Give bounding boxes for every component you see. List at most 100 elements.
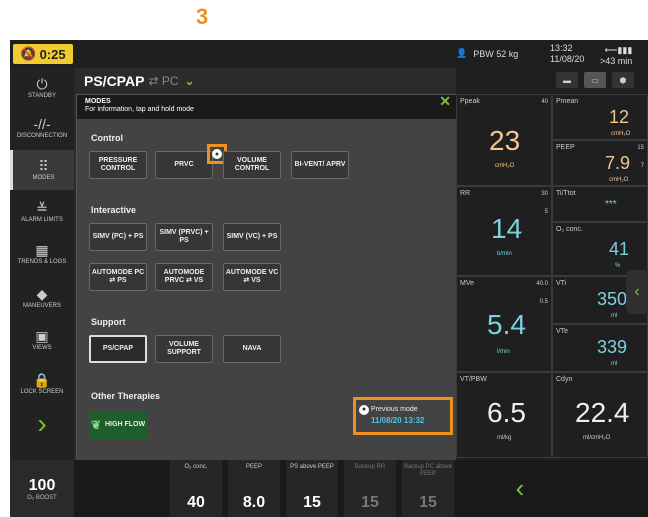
setting-label: O₂ conc. <box>184 464 208 470</box>
clock-time: 13:32 <box>550 43 573 53</box>
sidebar-item-trends-logs[interactable]: ▦ TRENDS & LOGS <box>10 234 74 274</box>
section-other-therapies: Other Therapies <box>91 391 161 401</box>
peep-cell: PEEP 15 7 7.9 cmH₂O <box>552 140 648 186</box>
patient-icon: 👤 <box>456 48 468 58</box>
chevron-left-icon[interactable]: ‹ <box>502 470 538 506</box>
top-bar: 🔕 0:25 👤 PBW 52 kg 13:32 11/08/20 ⟵▮▮▮ >… <box>10 40 648 68</box>
ppeak-limit: 40 <box>541 99 548 105</box>
cdyn-label: Cdyn <box>556 376 573 383</box>
modes-dialog: MODES For information, tap and hold mode… <box>76 94 458 464</box>
battery-time: >43 min <box>600 56 633 66</box>
vte-label: VTe <box>556 328 569 335</box>
setting-backup-rr[interactable]: Backup RR 15 <box>344 460 396 517</box>
ti-ttot-cell: Ti/Ttot *** <box>552 186 648 222</box>
sidebar-item-label: VIEWS <box>32 345 52 351</box>
mode-simv-vc-button[interactable]: SIMV (VC) + PS <box>223 223 281 251</box>
ppeak-value: 23 <box>489 125 521 156</box>
patient-info[interactable]: 👤 PBW 52 kg <box>456 48 518 59</box>
ppeak-unit: cmH₂O <box>495 163 515 169</box>
previous-mode-button[interactable]: ● Previous mode 11/08/20 13:32 <box>359 404 424 426</box>
battery-status: ⟵▮▮▮ >43 min <box>600 45 632 67</box>
trends-icon: ▦ <box>35 242 49 258</box>
sidebar-item-disconnection[interactable]: -//- DISCONNECTION <box>10 108 74 148</box>
mve-value: 5.4 <box>487 309 526 340</box>
mode-automode-vc-button[interactable]: AUTOMODE VC ⇄ VS <box>223 263 281 291</box>
sidebar-item-label: MODES <box>32 175 55 181</box>
info-icon[interactable]: ● <box>212 149 222 159</box>
ppeak-label: Ppeak <box>460 98 480 105</box>
mode-automode-pc-button[interactable]: AUTOMODE PC ⇄ PS <box>89 263 147 291</box>
clock: 13:32 11/08/20 <box>550 43 584 65</box>
sidebar-item-maneuvers[interactable]: ◆ MANEUVERS <box>10 278 74 318</box>
o2-value: 41 <box>609 239 630 259</box>
rr-limit-low: 5 <box>544 209 548 215</box>
sidebar-item-modes[interactable]: ⠿ MODES <box>10 150 74 190</box>
mode-pressure-control-button[interactable]: PRESSURE CONTROL <box>89 151 147 179</box>
info-icon: ● <box>359 404 369 415</box>
ti-ttot-value: *** <box>605 199 617 210</box>
sidebar-item-alarm-limits[interactable]: ≚ ALARM LIMITS <box>10 192 74 232</box>
views-icon: ▣ <box>35 328 49 344</box>
maneuvers-icon: ◆ <box>36 286 48 302</box>
section-interactive: Interactive <box>91 205 137 215</box>
sidebar-item-standby[interactable]: ⏻ STANDBY <box>10 68 74 108</box>
setting-value: 15 <box>419 494 437 511</box>
mode-ps-cpap-button[interactable]: PS/CPAP <box>89 335 147 363</box>
sidebar: ⏻ STANDBY -//- DISCONNECTION ⠿ MODES ≚ A… <box>10 68 74 460</box>
bottom-settings-bar: 100 O₂ BOOST O₂ conc. 40 PEEP 8.0 PS abo… <box>10 460 648 517</box>
rr-label: RR <box>460 190 471 197</box>
vt-pbw-value: 6.5 <box>487 397 526 428</box>
high-flow-button[interactable]: ❦ HIGH FLOW <box>89 411 147 439</box>
mode-bivent-aprv-button[interactable]: BI-VENT/ APRV <box>291 151 349 179</box>
setting-peep[interactable]: PEEP 8.0 <box>228 460 280 517</box>
alarm-silence-time: 0:25 <box>39 46 66 62</box>
side-panel-tab-icon[interactable]: ‹ <box>626 270 648 314</box>
mve-limits: 40.0 0.5 <box>536 280 548 307</box>
sidebar-item-label: ALARM LIMITS <box>21 217 63 223</box>
settings-view-icon[interactable]: ⬢ <box>612 72 634 88</box>
loops-view-icon[interactable]: ▬ <box>556 72 578 88</box>
modes-icon: ⠿ <box>38 158 49 174</box>
o2-label: O₂ conc. <box>556 226 583 233</box>
sidebar-item-lock-screen[interactable]: 🔒 LOCK SCREEN <box>10 364 74 404</box>
peep-unit: cmH₂O <box>609 177 629 183</box>
o2-cell: O₂ conc. 41 % <box>552 222 648 276</box>
sidebar-expand-arrow-icon[interactable]: › <box>24 406 60 442</box>
setting-o2-conc[interactable]: O₂ conc. 40 <box>170 460 222 517</box>
mode-simv-prvc-button[interactable]: SIMV (PRVC) + PS <box>155 223 213 251</box>
setting-ps-above-peep[interactable]: PS above PEEP 15 <box>286 460 338 517</box>
disconnect-icon: -//- <box>33 116 51 132</box>
mode-prvc-button[interactable]: PRVC <box>155 151 213 179</box>
mode-automode-prvc-button[interactable]: AUTOMODE PRVC ⇄ VS <box>155 263 213 291</box>
values-view-icon[interactable]: ▭ <box>584 72 606 88</box>
o2-boost-label: O₂ BOOST <box>27 494 57 501</box>
sidebar-item-label: DISCONNECTION <box>16 133 68 139</box>
setting-value: 15 <box>303 494 321 511</box>
mode-simv-pc-button[interactable]: SIMV (PC) + PS <box>89 223 147 251</box>
o2-boost-value: 100 <box>28 476 56 494</box>
dialog-subtitle: For information, tap and hold mode <box>85 106 194 113</box>
current-mode-header[interactable]: PS/CPAP ⇄ PC ⌄ <box>74 68 454 94</box>
high-flow-label: HIGH FLOW <box>105 421 146 428</box>
sidebar-item-label: MANEUVERS <box>22 303 61 309</box>
setting-backup-pc[interactable]: Backup PC above PEEP 15 <box>402 460 454 517</box>
vti-value: 350 <box>597 289 628 309</box>
mve-limit-low: 0.5 <box>539 299 548 305</box>
pmean-cell: Pmean 12 cmH₂O <box>552 94 648 140</box>
mode-nava-button[interactable]: NAVA <box>223 335 281 363</box>
vti-label: VTi <box>556 280 567 287</box>
setting-label: Backup RR <box>354 464 386 470</box>
vte-value: 339 <box>597 337 628 357</box>
alarm-limits-icon: ≚ <box>36 200 48 216</box>
mode-volume-control-button[interactable]: VOLUME CONTROL <box>223 151 281 179</box>
pmean-label: Pmean <box>556 98 579 105</box>
close-icon[interactable]: ✕ <box>439 94 451 108</box>
sidebar-item-views[interactable]: ▣ VIEWS <box>10 320 74 360</box>
sidebar-item-label: LOCK SCREEN <box>20 389 64 395</box>
lock-icon: 🔒 <box>33 372 51 388</box>
peep-label: PEEP <box>556 144 575 151</box>
alarm-silence-button[interactable]: 🔕 0:25 <box>13 44 73 64</box>
o2-boost-button[interactable]: 100 O₂ BOOST <box>10 460 74 517</box>
rr-limits: 30 5 <box>541 190 548 217</box>
mode-volume-support-button[interactable]: VOLUME SUPPORT <box>155 335 213 363</box>
